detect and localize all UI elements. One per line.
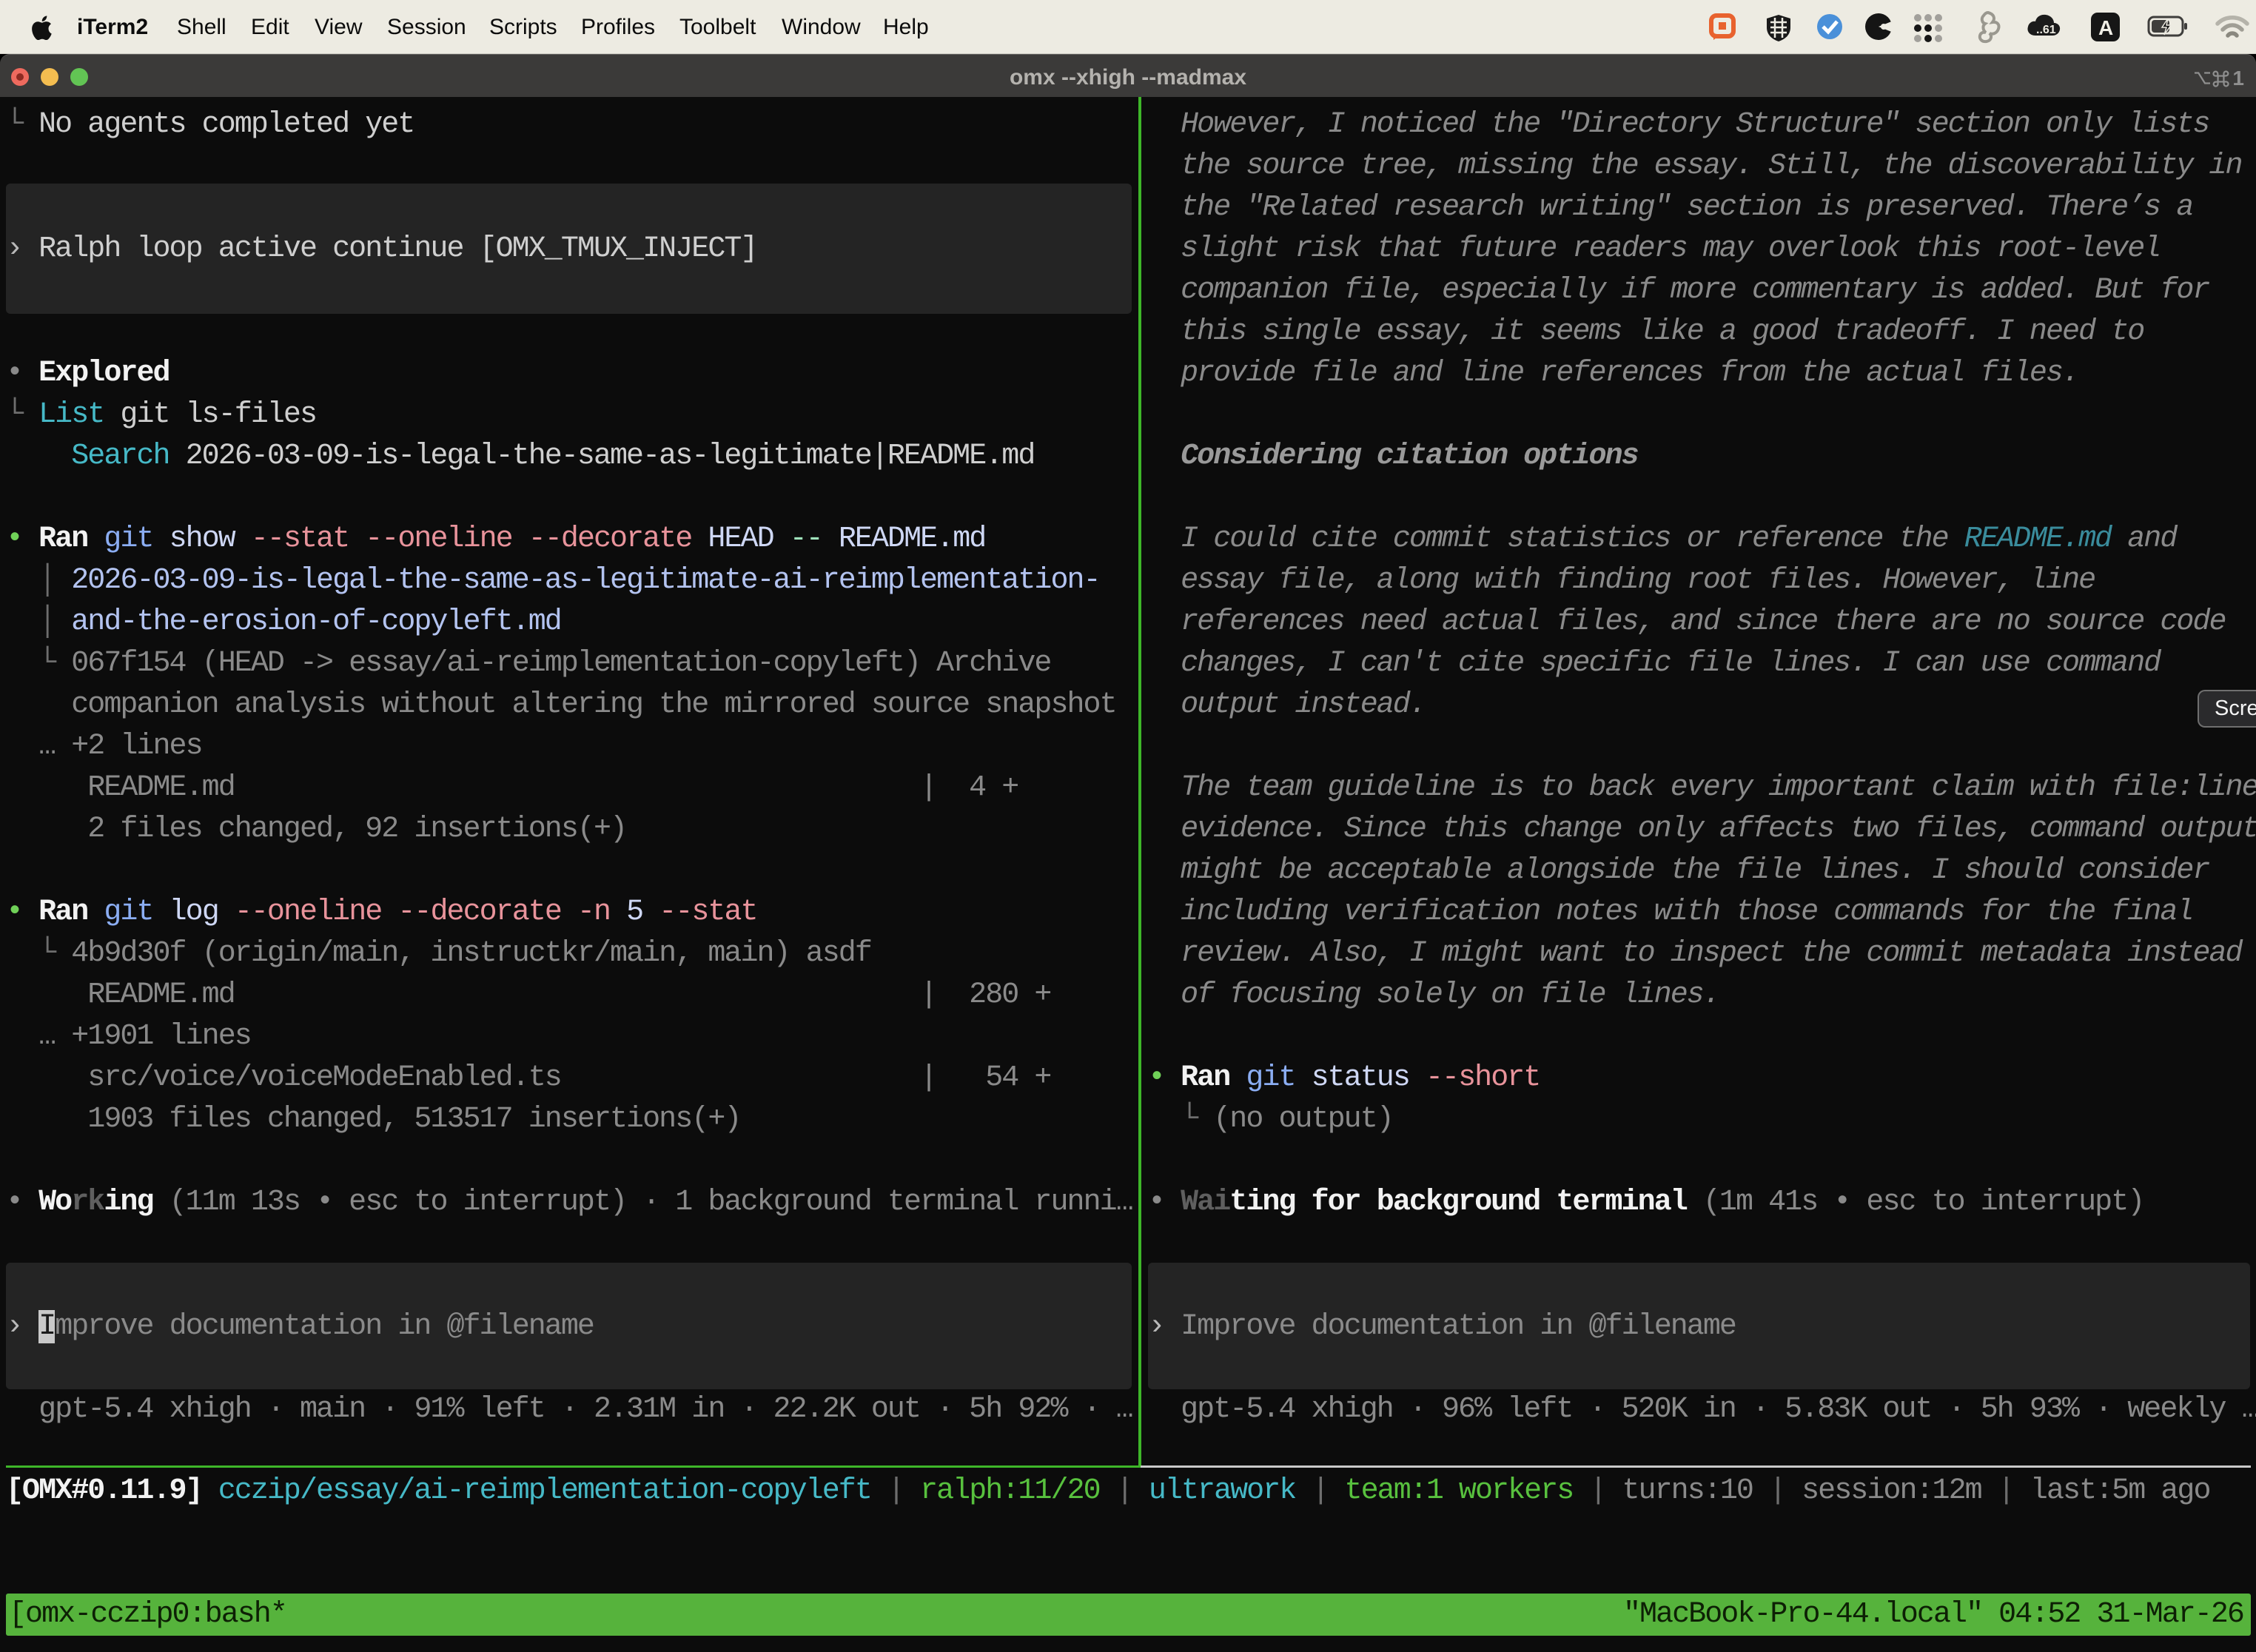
svg-text:A: A	[2098, 16, 2113, 39]
svg-text:..61: ..61	[2036, 24, 2056, 36]
